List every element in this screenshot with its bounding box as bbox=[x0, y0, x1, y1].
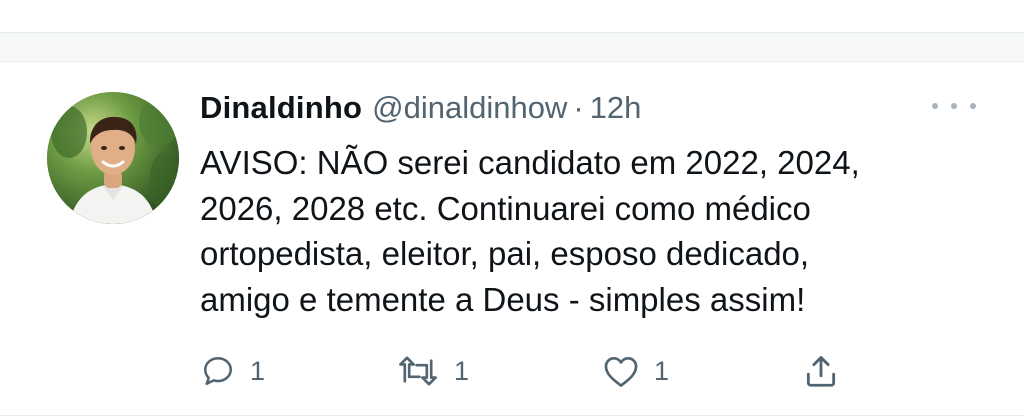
reply-button[interactable]: 1 bbox=[200, 348, 265, 394]
tweet-text: AVISO: NÃO serei candidato em 2022, 2024… bbox=[200, 140, 990, 322]
retweet-icon bbox=[399, 356, 437, 386]
tweet-header: Dinaldinho @dinaldinhow · 12h bbox=[200, 90, 641, 130]
retweet-button[interactable]: 1 bbox=[396, 348, 469, 394]
author-handle[interactable]: @dinaldinhow bbox=[372, 90, 567, 126]
retweet-count: 1 bbox=[454, 355, 470, 386]
tweet-card[interactable]: Dinaldinho @dinaldinhow · 12h AVISO: NÃO… bbox=[0, 62, 1024, 418]
reply-icon bbox=[203, 356, 233, 386]
avatar[interactable] bbox=[47, 92, 179, 224]
like-count: 1 bbox=[654, 355, 670, 386]
reply-count: 1 bbox=[250, 355, 266, 386]
share-icon bbox=[806, 356, 836, 387]
share-button[interactable] bbox=[802, 348, 840, 394]
tweet-text-line: ortopedista, eleitor, pai, esposo dedica… bbox=[200, 235, 810, 272]
tweet-text-line: AVISO: NÃO serei candidato em 2022, 2024… bbox=[200, 144, 860, 181]
tweet-actions: 1 1 1 bbox=[200, 348, 860, 394]
more-horizontal-icon[interactable] bbox=[932, 94, 976, 118]
heart-icon bbox=[604, 356, 638, 387]
like-button[interactable]: 1 bbox=[602, 348, 669, 394]
previous-content-strip bbox=[0, 0, 1024, 32]
avatar-photo bbox=[47, 92, 179, 224]
header-separator: · bbox=[573, 90, 584, 125]
author-name[interactable]: Dinaldinho bbox=[200, 90, 362, 126]
tweet-text-line: 2026, 2028 etc. Continuarei como médico bbox=[200, 189, 811, 227]
tweet-text-line: amigo e temente a Deus - simples assim! bbox=[200, 280, 806, 318]
tweet-bottom-divider bbox=[0, 415, 1024, 416]
tweet-timestamp[interactable]: 12h bbox=[590, 90, 642, 126]
timeline-divider-band bbox=[0, 32, 1024, 62]
